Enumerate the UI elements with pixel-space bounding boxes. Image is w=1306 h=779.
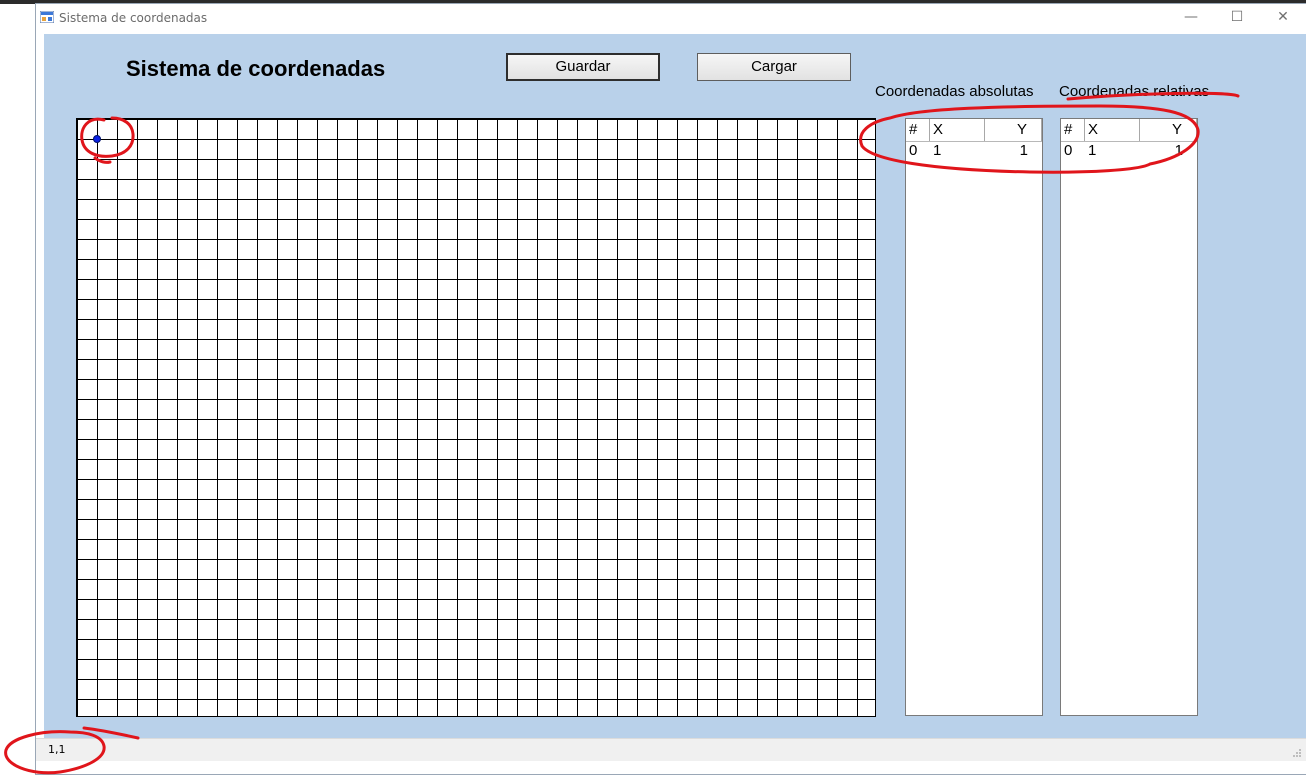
relative-coordinates-label: Coordenadas relativas [1059,83,1210,100]
minimize-icon[interactable]: — [1168,4,1214,32]
coordinate-grid[interactable] [76,118,876,717]
list-item[interactable]: 0 1 1 [1061,142,1197,160]
window-title: Sistema de coordenadas [59,11,208,25]
page-title: Sistema de coordenadas [126,56,386,81]
cell-index: 0 [1064,142,1073,159]
status-bar: 1,1 [36,738,1306,761]
absolute-coordinates-label: Coordenadas absolutas [875,83,1034,100]
column-header-index[interactable]: # [1061,119,1085,141]
form-client-area: Sistema de coordenadas Guardar Cargar Co… [44,34,1306,738]
absolute-coordinates-list[interactable]: # X Y 0 1 1 [905,118,1043,716]
status-coordinates: 1,1 [48,743,66,756]
size-grip-icon[interactable] [1292,748,1302,758]
column-header-x[interactable]: X [930,119,985,141]
cell-y: 1 [1019,142,1028,159]
list-header: # X Y [1061,119,1197,142]
save-button[interactable]: Guardar [506,53,660,81]
cell-x: 1 [933,142,942,159]
close-icon[interactable]: ✕ [1260,4,1306,32]
list-header: # X Y [906,119,1042,142]
relative-coordinates-list[interactable]: # X Y 0 1 1 [1060,118,1198,716]
cell-x: 1 [1088,142,1097,159]
column-header-y[interactable]: Y [1140,119,1197,141]
column-header-y[interactable]: Y [985,119,1042,141]
cell-index: 0 [909,142,918,159]
maximize-icon[interactable]: ☐ [1214,4,1260,32]
column-header-x[interactable]: X [1085,119,1140,141]
title-bar[interactable]: Sistema de coordenadas — ☐ ✕ [36,4,1306,32]
coordinate-point[interactable] [93,135,101,143]
main-window: Sistema de coordenadas — ☐ ✕ Sistema de … [36,4,1306,774]
list-item[interactable]: 0 1 1 [906,142,1042,160]
load-button[interactable]: Cargar [697,53,851,81]
cell-y: 1 [1174,142,1183,159]
app-icon [40,11,54,23]
column-header-index[interactable]: # [906,119,930,141]
